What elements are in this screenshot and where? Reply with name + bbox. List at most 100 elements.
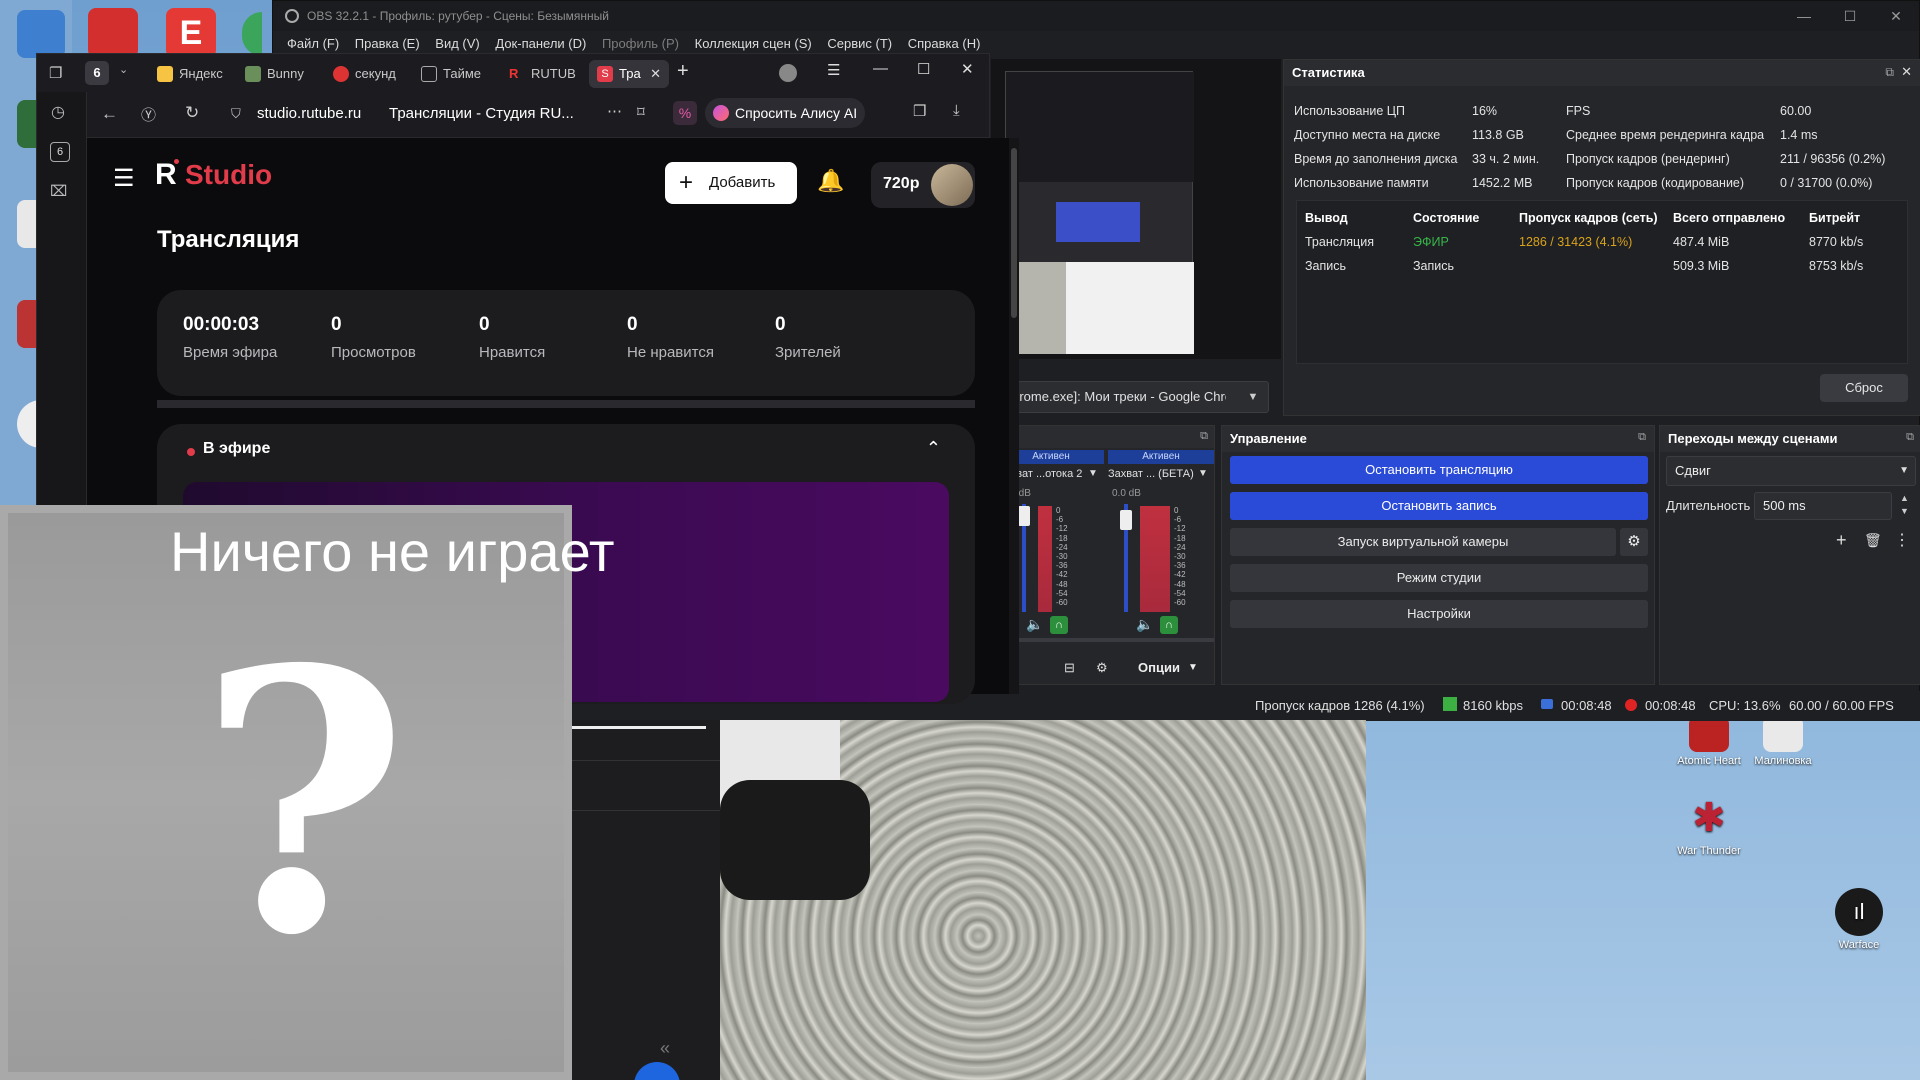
studio-mode-button[interactable]: Режим студии xyxy=(1230,564,1648,592)
chevron-down-icon[interactable]: ▼ xyxy=(1088,468,1098,479)
channel-2-name[interactable]: Захват ... (БЕТА) xyxy=(1108,468,1204,480)
ask-alice-button[interactable]: Спросить Алису AI xyxy=(705,98,865,128)
layout-icon[interactable]: ⊟ xyxy=(1064,660,1075,676)
sidebar-tabs-count[interactable]: 6 xyxy=(50,142,70,162)
tab-bunny[interactable]: Bunny xyxy=(237,60,315,88)
url-text[interactable]: studio.rutube.ru xyxy=(257,105,361,122)
page-heading: Трансляция xyxy=(157,226,300,253)
taskbar-pinned-icons: E xyxy=(82,6,262,60)
back-icon[interactable]: ← xyxy=(101,104,118,124)
minimize-icon[interactable]: — xyxy=(873,60,888,77)
warface-icon[interactable]: ıl Warface xyxy=(1824,888,1894,951)
camera-app-icon[interactable] xyxy=(88,8,138,58)
reset-button[interactable]: Сброс xyxy=(1820,374,1908,402)
status-stream-time: 00:08:48 xyxy=(1561,698,1612,713)
chevron-down-icon[interactable]: ▼ xyxy=(1899,457,1909,485)
malinovka-icon[interactable]: Малиновка xyxy=(1748,716,1818,767)
menu-icon[interactable]: ☰ xyxy=(827,61,840,79)
row-stream-state: ЭФИР xyxy=(1413,235,1449,249)
channel-2-fader-handle[interactable] xyxy=(1120,510,1132,530)
live-dot-icon xyxy=(187,448,195,456)
minimize-icon[interactable]: — xyxy=(1781,1,1827,31)
tab-seconds[interactable]: секунд xyxy=(325,60,403,88)
reload-icon[interactable]: ↻ xyxy=(185,103,199,123)
source-select[interactable]: [chrome.exe]: Мои треки - Google Chrome … xyxy=(991,381,1269,413)
status-fps: 60.00 / 60.00 FPS xyxy=(1789,698,1894,713)
signal-icon xyxy=(1443,697,1457,711)
mixer-scrollbar[interactable] xyxy=(992,638,1214,642)
maximize-icon[interactable]: ☐ xyxy=(917,60,930,78)
close-tab-icon[interactable]: ✕ xyxy=(650,60,661,88)
close-icon[interactable]: ✕ xyxy=(961,60,974,78)
floating-action-icon[interactable] xyxy=(634,1062,680,1080)
volume-icon[interactable]: 🔈 xyxy=(1136,616,1153,633)
chrome-icon[interactable] xyxy=(242,12,262,56)
chevron-up-icon[interactable]: ⌃ xyxy=(926,438,941,459)
channel-1-fader-handle[interactable] xyxy=(1018,506,1030,526)
history-icon[interactable]: ◷ xyxy=(51,102,65,122)
chevron-down-icon[interactable]: ▼ xyxy=(1188,662,1198,673)
undock-icon[interactable]: ⧉ xyxy=(1638,431,1646,444)
undock-icon[interactable]: ⧉ xyxy=(1200,430,1208,443)
settings-button[interactable]: Настройки xyxy=(1230,600,1648,628)
e-app-icon[interactable]: E xyxy=(166,8,216,58)
dock-close-icon[interactable]: ✕ xyxy=(1901,64,1912,80)
col-state: Состояние xyxy=(1413,211,1480,225)
logo-r[interactable]: R xyxy=(155,158,177,192)
yandex-icon[interactable]: Ⓨ xyxy=(141,104,156,125)
war-thunder-icon[interactable]: ✱ War Thunder xyxy=(1674,794,1744,857)
tab-yandex[interactable]: Яндекс xyxy=(149,60,227,88)
headphones-icon[interactable]: ∩ xyxy=(1050,616,1068,634)
discount-icon[interactable]: % xyxy=(673,101,697,125)
avatar[interactable] xyxy=(931,164,973,206)
undock-icon[interactable]: ⧉ xyxy=(1885,65,1894,80)
volume-icon[interactable]: 🔈 xyxy=(1026,616,1043,633)
stats-horizontal-scrollbar[interactable] xyxy=(157,400,975,408)
download-icon[interactable]: ⤓ xyxy=(953,102,960,119)
add-button[interactable]: + Добавить xyxy=(665,162,797,204)
stats-dock: Статистика ⧉ ✕ Использование ЦП 16% Дост… xyxy=(1283,59,1920,416)
stat-fps-value: 60.00 xyxy=(1780,104,1812,118)
chevron-down-icon[interactable]: ▼ xyxy=(1238,382,1268,412)
start-virtual-camera-button[interactable]: Запуск виртуальной камеры xyxy=(1230,528,1616,556)
bookmark-icon[interactable]: ⌑ xyxy=(637,103,645,121)
account-chip[interactable]: 720p xyxy=(871,162,975,208)
tab-timer[interactable]: Тайме xyxy=(413,60,491,88)
more-icon[interactable]: ⋮ xyxy=(1894,530,1910,550)
reader-icon[interactable]: ❒ xyxy=(913,102,926,120)
new-tab-icon[interactable]: + xyxy=(677,60,689,83)
headphones-icon[interactable]: ∩ xyxy=(1160,616,1178,634)
tab-count-badge[interactable]: 6 xyxy=(85,61,109,85)
gear-icon[interactable]: ⚙ xyxy=(1620,528,1648,556)
tab-rutube[interactable]: R RUTUB xyxy=(501,60,579,88)
undock-icon[interactable]: ⧉ xyxy=(1906,431,1914,444)
chevron-down-icon[interactable]: ⌄ xyxy=(119,63,128,76)
close-icon[interactable]: ✕ xyxy=(1873,1,1919,31)
tab-rutube-studio-active[interactable]: S Тра ✕ xyxy=(589,60,669,88)
mixer-settings-icon[interactable]: ⚙ xyxy=(1096,660,1108,676)
stat-render-time-value: 1.4 ms xyxy=(1780,128,1818,142)
duration-input[interactable]: 500 ms xyxy=(1754,492,1892,520)
stop-recording-button[interactable]: Остановить запись xyxy=(1230,492,1648,520)
transition-select[interactable]: Сдвиг ▼ xyxy=(1666,456,1916,486)
bell-icon[interactable]: 🔔 xyxy=(817,168,844,194)
chevron-down-icon[interactable]: ▼ xyxy=(1198,468,1208,479)
hamburger-icon[interactable]: ☰ xyxy=(113,164,135,193)
logo-studio[interactable]: Studio xyxy=(185,159,272,191)
more-icon[interactable]: ⋯ xyxy=(607,102,622,120)
profile-icon[interactable] xyxy=(779,64,797,82)
options-button[interactable]: Опции xyxy=(1138,660,1180,675)
atomic-heart-icon[interactable]: Atomic Heart xyxy=(1674,716,1744,767)
maximize-icon[interactable]: ☐ xyxy=(1827,1,1873,31)
add-icon[interactable]: + xyxy=(1836,530,1847,551)
screenshot-icon[interactable]: ⌧ xyxy=(50,182,67,200)
collapse-icon[interactable]: « xyxy=(660,1038,670,1059)
stat-memory-label: Использование памяти xyxy=(1294,176,1429,190)
page-scrollbar[interactable] xyxy=(1009,138,1019,694)
duration-stepper[interactable]: ▲ ▼ xyxy=(1900,492,1909,518)
stop-stream-button[interactable]: Остановить трансляцию xyxy=(1230,456,1648,484)
obs-preview[interactable] xyxy=(991,59,1281,359)
trash-icon[interactable]: 🗑 xyxy=(1864,532,1882,549)
tabs-menu-icon[interactable]: ❐ xyxy=(49,64,62,82)
stat-render-time-label: Среднее время рендеринга кадра xyxy=(1566,128,1765,142)
